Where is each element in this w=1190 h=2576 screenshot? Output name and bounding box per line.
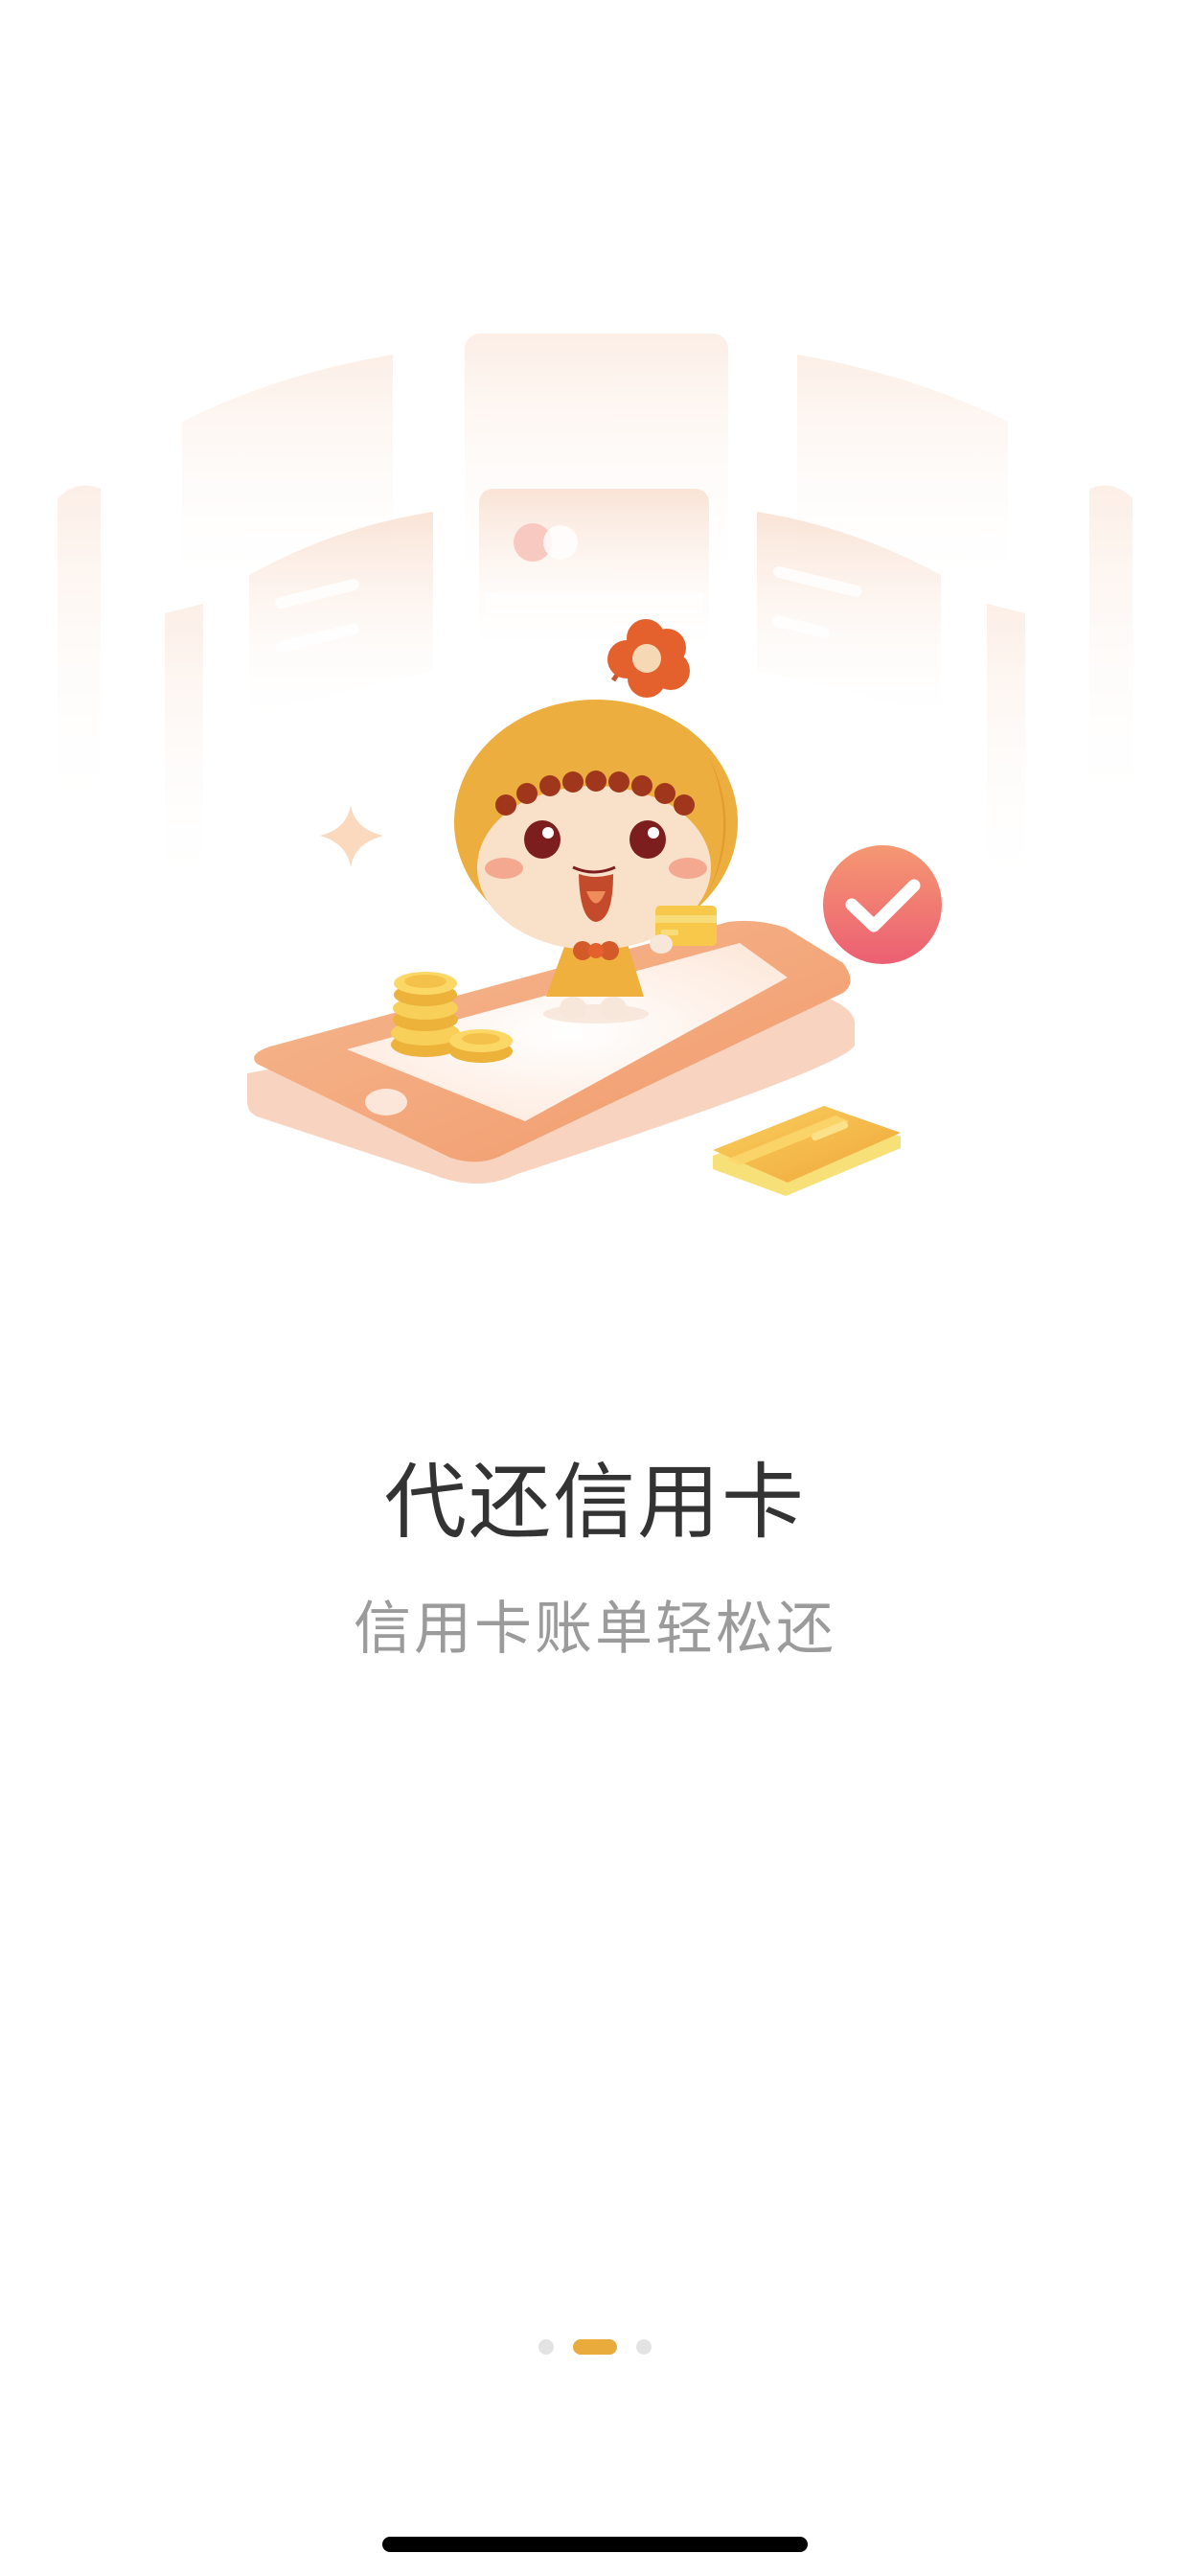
page-indicator[interactable]: [0, 2337, 1190, 2357]
page-dot-1[interactable]: [538, 2339, 554, 2355]
page-title: 代还信用卡: [384, 1455, 806, 1551]
page-dot-2-active[interactable]: [573, 2339, 617, 2355]
onboarding-illustration: [57, 334, 1133, 1196]
page-dot-3[interactable]: [636, 2339, 652, 2355]
credit-card-icon: [713, 1106, 901, 1196]
sparkle-icon: [320, 805, 383, 867]
home-indicator[interactable]: [382, 2537, 808, 2552]
checkmark-icon: [823, 845, 942, 964]
page-subtitle: 信用卡账单轻松还: [354, 1596, 836, 1663]
